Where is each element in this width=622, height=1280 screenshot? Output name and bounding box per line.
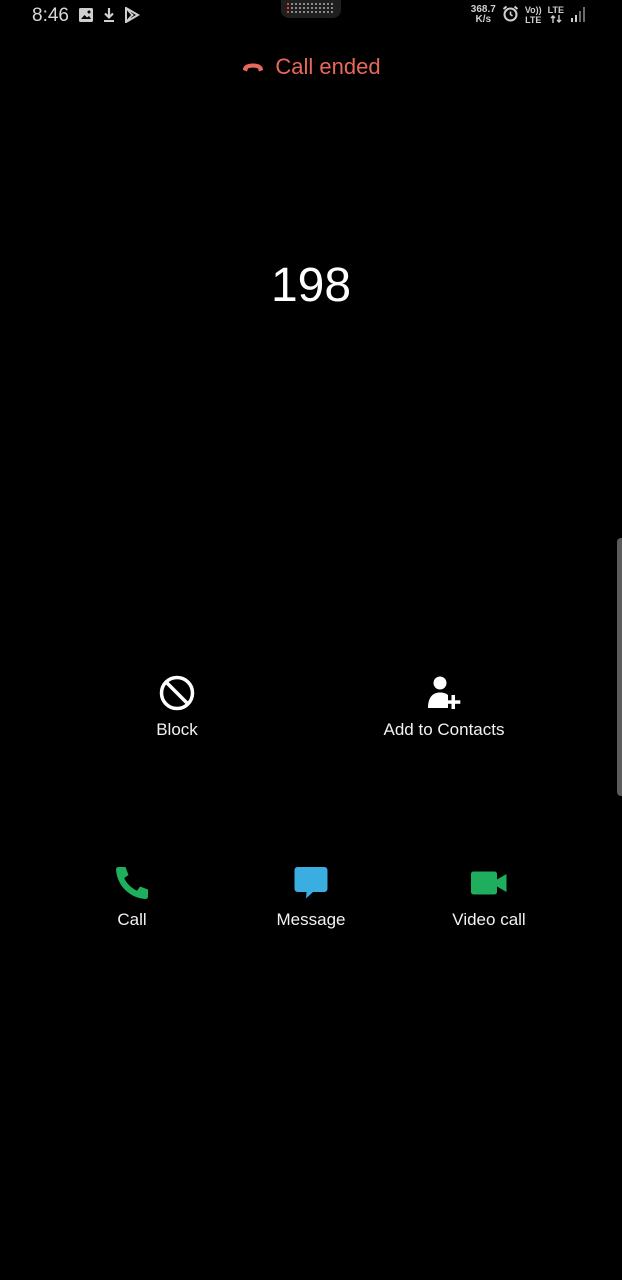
video-camera-icon (470, 864, 508, 902)
video-call-button[interactable]: Video call (444, 864, 534, 930)
block-button[interactable]: Block (137, 674, 217, 740)
network-speed-unit: K/s (475, 14, 492, 25)
add-to-contacts-label: Add to Contacts (383, 720, 505, 739)
lte-data-label: LTE (547, 5, 564, 15)
lte-data-icon: LTE (548, 5, 564, 23)
app-pair-indicator (281, 0, 341, 18)
network-speed: 368.7 K/s (471, 5, 496, 25)
notification-icons (78, 7, 140, 23)
call-label: Call (117, 910, 147, 929)
message-button[interactable]: Message (266, 864, 356, 930)
status-bar: 8:46 368.7 K/s Vo)) LTE LTE (0, 0, 622, 32)
volte-icon: Vo)) LTE (525, 5, 542, 25)
block-label: Block (156, 720, 198, 739)
volte-top-label: Vo)) (524, 5, 542, 15)
block-icon (158, 674, 196, 712)
signal-icon (570, 5, 586, 23)
alarm-icon (502, 5, 519, 22)
system-status-icons: 368.7 K/s Vo)) LTE LTE (471, 5, 586, 25)
download-icon (102, 7, 116, 23)
video-call-label: Video call (452, 910, 526, 929)
call-button[interactable]: Call (92, 864, 172, 930)
message-label: Message (276, 910, 346, 929)
volte-bottom-label: LTE (525, 15, 542, 25)
image-icon (78, 7, 94, 23)
edge-panel-handle[interactable] (617, 538, 622, 796)
message-icon (292, 864, 330, 902)
status-time: 8:46 (32, 5, 69, 26)
caller-number: 198 (270, 259, 352, 312)
call-ended-icon (241, 54, 265, 80)
phone-icon (113, 864, 151, 902)
call-status-text: Call ended (275, 54, 381, 79)
data-arrows-icon (550, 15, 562, 23)
call-status: Call ended (0, 54, 622, 80)
play-store-icon (124, 7, 140, 23)
add-contact-icon (425, 674, 463, 712)
add-to-contacts-button[interactable]: Add to Contacts (369, 674, 519, 740)
